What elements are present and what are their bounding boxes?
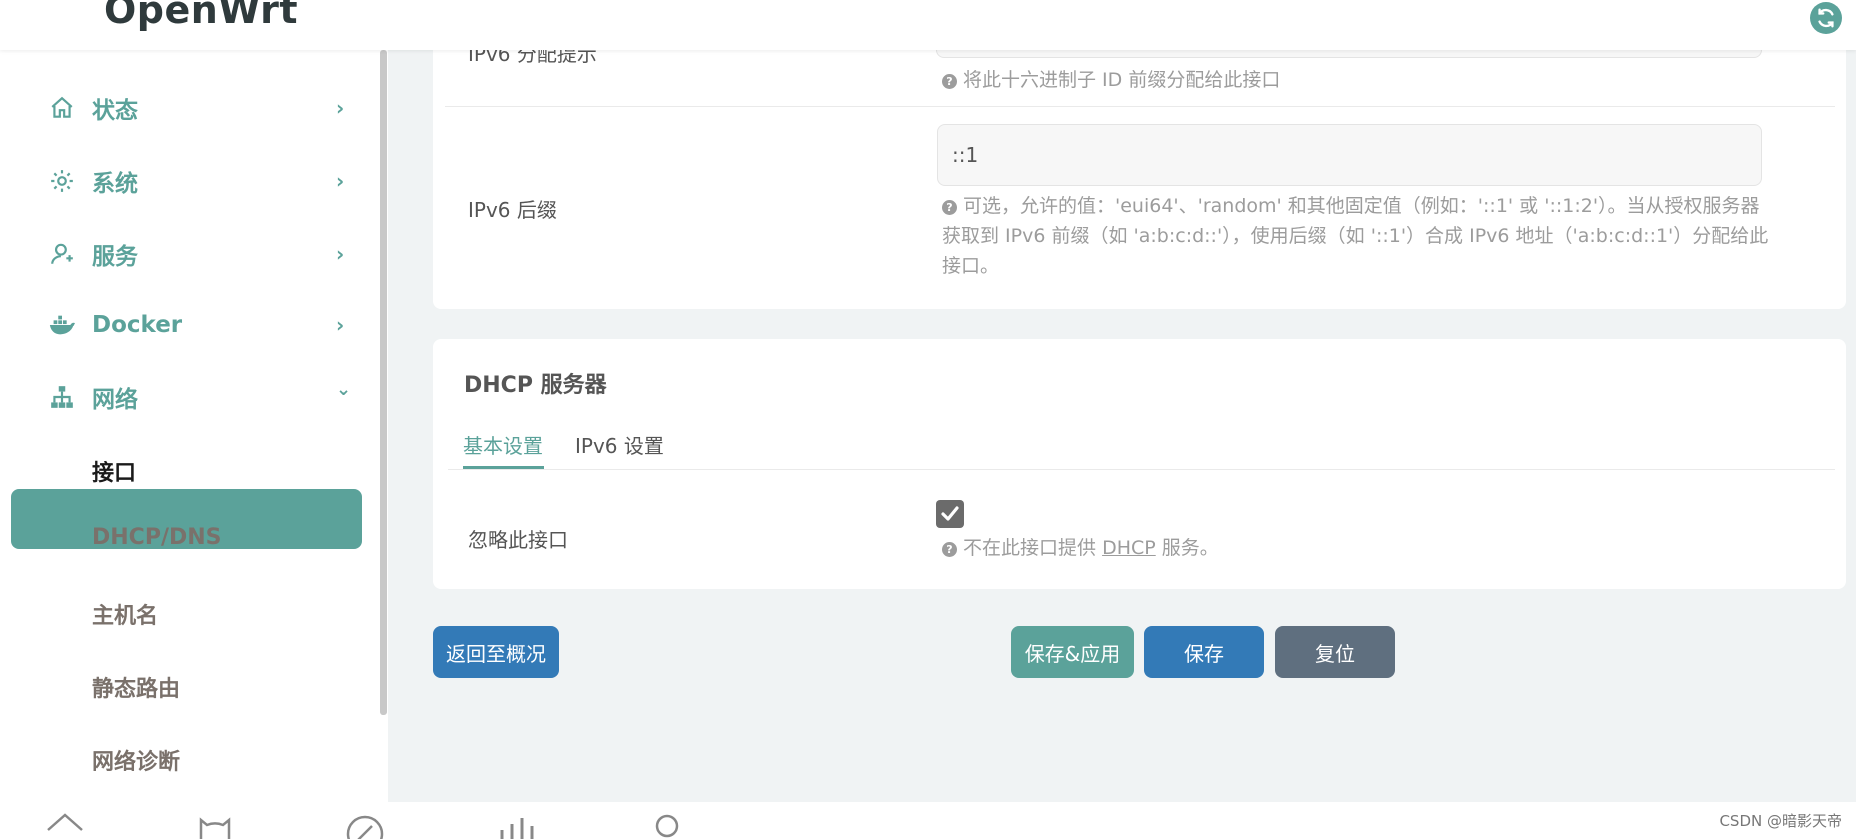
sidebar-item-docker[interactable]: Docker › xyxy=(0,295,370,355)
help-text: 不在此接口提供 xyxy=(963,537,1097,559)
tab-divider xyxy=(448,469,1835,470)
chevron-right-icon: › xyxy=(336,242,345,266)
help-text: 获取到 IPv6 前缀（如 'a:b:c:d::'），使用后缀（如 '::1'）… xyxy=(942,225,1769,247)
ipv6-hint-help: ? 将此十六进制子 ID 前缀分配给此接口 xyxy=(942,65,1280,95)
dhcp-abbr-link[interactable]: DHCP xyxy=(1102,537,1156,559)
sidebar-item-label: 系统 xyxy=(92,171,138,197)
input-value: ::1 xyxy=(952,143,979,167)
home-icon[interactable] xyxy=(46,812,84,839)
sidebar: 状态 › 系统 › 服务 › Docker › 网络 ⌄ 接口 DHCP/DNS… xyxy=(0,50,388,802)
help-text: 将此十六进制子 ID 前缀分配给此接口 xyxy=(963,69,1281,91)
chevron-down-icon: ⌄ xyxy=(336,379,352,400)
chevron-right-icon: › xyxy=(336,169,345,193)
sidebar-scrollbar[interactable] xyxy=(380,50,387,715)
sidebar-item-services[interactable]: 服务 › xyxy=(0,224,370,284)
ignore-interface-label: 忽略此接口 xyxy=(468,528,568,552)
sidebar-subitem-hostnames[interactable]: 主机名 xyxy=(92,598,158,630)
docker-icon xyxy=(48,311,76,339)
help-icon: ? xyxy=(942,542,957,557)
sidebar-item-label: Docker xyxy=(92,312,183,338)
user-icon xyxy=(48,240,76,268)
network-icon xyxy=(48,383,76,411)
ipv6-suffix-input[interactable]: ::1 xyxy=(937,124,1762,186)
gear-icon xyxy=(48,167,76,195)
checkmark-icon xyxy=(941,506,959,521)
back-to-overview-button[interactable]: 返回至概况 xyxy=(433,626,559,678)
reset-button[interactable]: 复位 xyxy=(1275,626,1395,678)
chart-icon[interactable] xyxy=(498,812,536,839)
sidebar-item-label: 状态 xyxy=(92,98,138,124)
sidebar-item-label: 服务 xyxy=(92,244,138,270)
chevron-right-icon: › xyxy=(336,96,345,120)
sidebar-item-label: 网络 xyxy=(92,387,138,413)
ipv6-suffix-help: ? 可选，允许的值：'eui64'、'random' 和其他固定值（例如：'::1… xyxy=(942,191,1822,281)
help-text: 接口。 xyxy=(942,255,1000,277)
help-text: 服务。 xyxy=(1161,537,1219,559)
sidebar-item-status[interactable]: 状态 › xyxy=(0,78,370,138)
dhcp-section-title: DHCP 服务器 xyxy=(464,373,607,398)
home-icon xyxy=(48,94,76,122)
chevron-right-icon: › xyxy=(336,313,345,337)
refresh-icon[interactable] xyxy=(1810,2,1842,34)
save-apply-button[interactable]: 保存&应用 xyxy=(1011,626,1134,678)
sidebar-subitem-dhcp-dns[interactable]: DHCP/DNS xyxy=(92,525,222,550)
top-header: OpenWrt xyxy=(0,0,1856,50)
ignore-interface-checkbox[interactable] xyxy=(936,500,964,528)
bottom-toolbar xyxy=(0,802,1856,839)
row-divider xyxy=(445,106,1835,107)
watermark: CSDN @暗影天帝 xyxy=(1719,812,1842,830)
sidebar-item-network[interactable]: 网络 ⌄ xyxy=(0,367,370,427)
ignore-interface-help: ? 不在此接口提供 DHCP 服务。 xyxy=(942,533,1219,563)
save-button[interactable]: 保存 xyxy=(1144,626,1264,678)
tab-ipv6-settings[interactable]: IPv6 设置 xyxy=(575,430,664,459)
sidebar-subitem-label: 接口 xyxy=(92,461,137,486)
help-icon: ? xyxy=(942,74,957,89)
ipv6-suffix-label: IPv6 后缀 xyxy=(468,198,557,222)
search-icon[interactable] xyxy=(648,812,686,839)
help-text: 可选，允许的值：'eui64'、'random' 和其他固定值（例如：'::1'… xyxy=(963,195,1760,217)
sidebar-subitem-diagnostics[interactable]: 网络诊断 xyxy=(92,744,180,776)
sidebar-item-system[interactable]: 系统 › xyxy=(0,151,370,211)
sidebar-subitem-routes[interactable]: 静态路由 xyxy=(92,671,180,703)
help-icon: ? xyxy=(942,200,957,215)
cat-icon[interactable] xyxy=(196,812,234,839)
tab-basic-settings[interactable]: 基本设置 xyxy=(463,430,543,459)
brand-logo[interactable]: OpenWrt xyxy=(104,0,298,32)
compass-icon[interactable] xyxy=(346,812,384,839)
